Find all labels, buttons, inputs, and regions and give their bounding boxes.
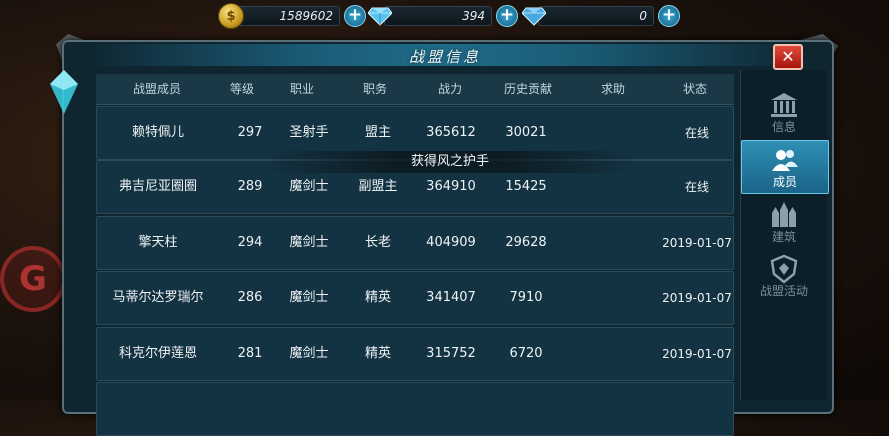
bound-diamond-amount: 0 xyxy=(538,6,654,26)
member-class: 魔剑士 xyxy=(289,346,329,361)
header-role: 职务 xyxy=(362,82,387,96)
gold-resource: $ 1589602 + xyxy=(218,3,366,29)
member-role: 精英 xyxy=(364,346,391,361)
member-class: 魔剑士 xyxy=(289,290,329,305)
table-row[interactable]: 科克尔伊莲恩 281 魔剑士 精英 315752 6720 2019-01-07 xyxy=(96,327,734,381)
member-table: 战盟成员 等级 职业 职务 战力 历史贡献 求助 状态 赖特佩儿 297 圣射手… xyxy=(96,74,734,436)
header-status: 状态 xyxy=(682,82,707,96)
table-row[interactable] xyxy=(96,382,734,436)
crystal-icon xyxy=(50,70,78,114)
member-name: 赖特佩儿 xyxy=(131,125,184,140)
header-power: 战力 xyxy=(437,82,462,96)
bound-diamond-resource: 0 + xyxy=(522,4,680,28)
member-status: 2019-01-07 xyxy=(662,347,732,361)
member-name: 弗吉尼亚圈圈 xyxy=(118,179,197,194)
side-tabs: 信息 成员 建筑 战盟活动 xyxy=(740,70,829,400)
table-row[interactable]: 马蒂尔达罗瑞尔 286 魔剑士 精英 341407 7910 2019-01-0… xyxy=(96,271,734,325)
tab-buildings[interactable]: 建筑 xyxy=(741,196,827,248)
header-member: 战盟成员 xyxy=(132,82,181,96)
castle-icon xyxy=(772,202,796,227)
member-power: 315752 xyxy=(426,346,476,361)
tab-buildings-label: 建筑 xyxy=(771,230,796,244)
member-level: 294 xyxy=(237,235,263,250)
member-contribution: 29628 xyxy=(505,235,547,250)
bound-diamond-icon xyxy=(522,5,546,27)
tab-guild-activities-label: 战盟活动 xyxy=(759,284,808,298)
member-role: 精英 xyxy=(364,290,391,305)
add-gold-button[interactable]: + xyxy=(344,5,366,27)
member-class: 魔剑士 xyxy=(289,235,329,250)
member-level: 281 xyxy=(237,346,263,361)
header-class: 职业 xyxy=(289,82,314,96)
item-toast: 获得风之护手 xyxy=(260,151,640,173)
temple-icon xyxy=(771,93,797,117)
member-status: 2019-01-07 xyxy=(662,236,732,250)
tab-members-label: 成员 xyxy=(772,175,797,189)
diamond-icon xyxy=(368,5,392,27)
table-header: 战盟成员 等级 职业 职务 战力 历史贡献 求助 状态 xyxy=(96,74,734,105)
header-help: 求助 xyxy=(600,82,625,96)
member-power: 341407 xyxy=(426,290,476,305)
tab-info-label: 信息 xyxy=(771,120,796,134)
member-role: 长老 xyxy=(364,235,391,250)
member-help xyxy=(569,217,659,269)
members-icon xyxy=(772,150,798,171)
member-status: 在线 xyxy=(684,126,709,140)
panel-title: 战盟信息 xyxy=(408,48,481,66)
member-help xyxy=(569,272,659,324)
diamond-amount: 394 xyxy=(384,6,492,26)
member-contribution: 6720 xyxy=(509,346,543,361)
member-power: 404909 xyxy=(426,235,476,250)
app-logo-icon[interactable]: G xyxy=(0,246,66,312)
tab-guild-activities[interactable]: 战盟活动 xyxy=(741,250,827,302)
coin-icon: $ xyxy=(218,3,244,29)
add-bound-diamond-button[interactable]: + xyxy=(658,5,680,27)
diamond-resource: 394 + xyxy=(368,4,518,28)
member-name: 马蒂尔达罗瑞尔 xyxy=(112,290,204,305)
add-diamond-button[interactable]: + xyxy=(496,5,518,27)
member-contribution: 7910 xyxy=(509,290,543,305)
table-row[interactable]: 擎天柱 294 魔剑士 长老 404909 29628 2019-01-07 xyxy=(96,216,734,270)
member-name: 科克尔伊莲恩 xyxy=(118,346,197,361)
shield-emblem-icon xyxy=(770,254,798,284)
tab-info[interactable]: 信息 xyxy=(741,86,827,138)
header-level: 等级 xyxy=(229,82,254,96)
member-level: 286 xyxy=(237,290,263,305)
member-status: 在线 xyxy=(684,180,709,194)
member-help xyxy=(569,328,659,380)
header-contribution: 历史贡献 xyxy=(503,82,552,96)
close-button[interactable]: ✕ xyxy=(773,44,803,70)
gold-amount: 1589602 xyxy=(236,6,340,26)
member-status: 2019-01-07 xyxy=(662,291,732,305)
member-name: 擎天柱 xyxy=(138,235,178,250)
tab-members[interactable]: 成员 xyxy=(741,140,829,194)
